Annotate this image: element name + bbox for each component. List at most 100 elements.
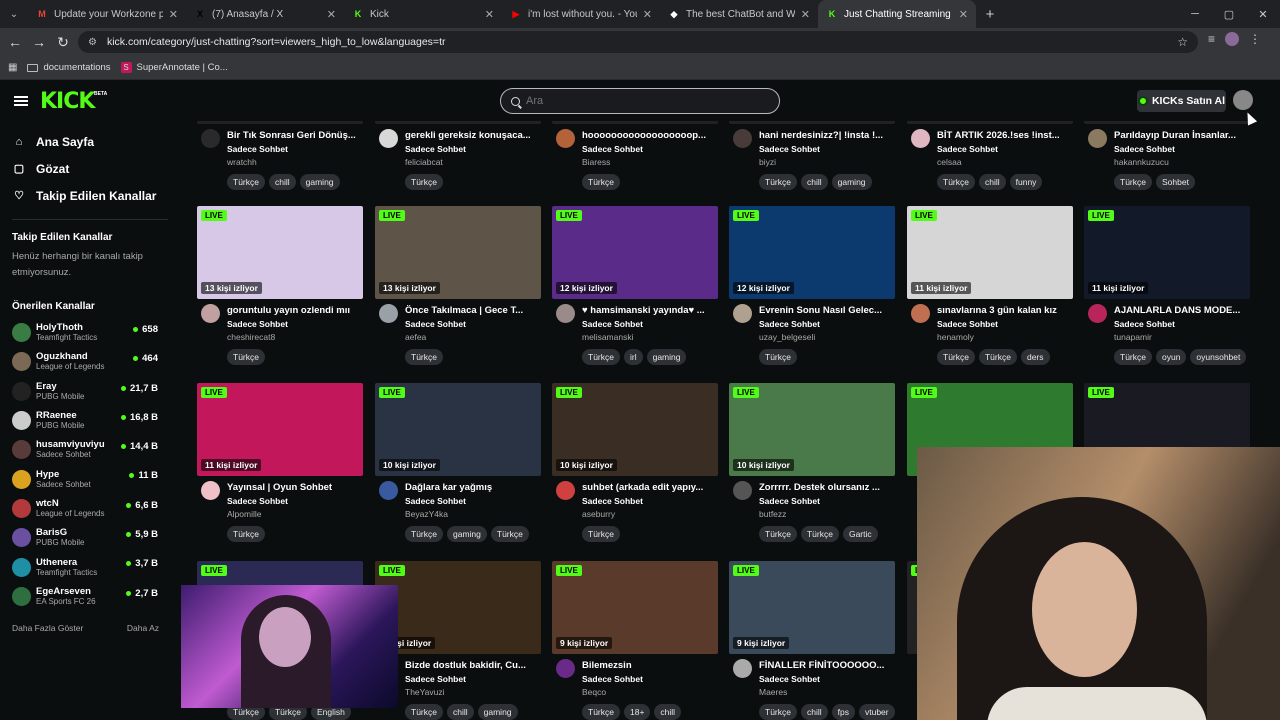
show-less-link[interactable]: Daha Az [127, 623, 159, 633]
streamer-name[interactable]: Maeres [759, 687, 787, 697]
stream-category[interactable]: Sadece Sohbet [759, 674, 820, 684]
stream-thumbnail[interactable]: LIVE 9 kişi izliyor [552, 561, 718, 654]
stream-title[interactable]: ♥ hamsimanski yayında♥ ... [582, 305, 714, 316]
streamer-name[interactable]: Beqco [582, 687, 606, 697]
stream-category[interactable]: Sadece Sohbet [759, 319, 820, 329]
bookmark-star-icon[interactable]: ☆ [1177, 35, 1188, 49]
streamer-avatar[interactable] [911, 129, 930, 148]
sidebar-nav-browse[interactable]: ▢ Gözat [0, 155, 180, 182]
stream-title[interactable]: Zorrrrr. Destek olursanız ... [759, 482, 891, 493]
stream-title[interactable]: AJANLARLA DANS MODE... [1114, 305, 1246, 316]
tag-chip[interactable]: Türkçe [582, 349, 620, 365]
apps-grid-icon[interactable]: ▦ [8, 62, 17, 73]
reload-icon[interactable]: ↻ [51, 34, 75, 51]
streamer-avatar[interactable] [733, 304, 752, 323]
streamer-name[interactable]: uzay_belgeseli [759, 332, 815, 342]
tag-chip[interactable]: Türkçe [759, 704, 797, 720]
browser-tab[interactable]: K Just Chatting Streaming - Live S ✕ [818, 0, 976, 28]
stream-card[interactable]: LIVE 13 kişi izliyor Önce Takılmaca | Gece… [375, 206, 541, 365]
user-avatar[interactable] [1233, 90, 1253, 110]
tag-chip[interactable]: Sohbet [1155, 174, 1195, 190]
streamer-name[interactable]: biyzi [759, 157, 776, 167]
stream-title[interactable]: hani nerdesinizz?| !insta !... [759, 130, 891, 141]
streamer-name[interactable]: TheYavuzi [405, 687, 445, 697]
stream-card[interactable]: LIVE 9 kişi izliyor FİNALLER FİNİTOOOOOO..… [729, 561, 895, 720]
stream-thumbnail[interactable]: LIVE 10 kişi izliyor [552, 383, 718, 476]
search-input[interactable] [526, 95, 746, 107]
tag-chip[interactable]: Türkçe [759, 349, 797, 365]
buy-kicks-button[interactable]: KICKs Satın Al [1137, 90, 1226, 112]
back-icon[interactable]: ← [3, 34, 27, 50]
tag-chip[interactable]: Türkçe [227, 349, 265, 365]
tag-chip[interactable]: gaming [446, 526, 487, 542]
stream-card[interactable]: Bir Tık Sonrası Geri Dönüş... Sadece Sohb… [197, 121, 363, 190]
streamer-name[interactable]: hakannkuzucu [1114, 157, 1169, 167]
stream-title[interactable]: Evrenin Sonu Nasıl Gelec... [759, 305, 891, 316]
streamer-avatar[interactable] [556, 304, 575, 323]
tag-chip[interactable]: chill [446, 704, 474, 720]
streamer-name[interactable]: feliciabcat [405, 157, 443, 167]
close-window-icon[interactable]: ✕ [1246, 0, 1280, 28]
stream-title[interactable]: hoooooooooooooooooop... [582, 130, 714, 141]
tag-chip[interactable]: gaming [299, 174, 340, 190]
stream-category[interactable]: Sadece Sohbet [937, 144, 998, 154]
streamer-avatar[interactable] [1088, 129, 1107, 148]
stream-category[interactable]: Sadece Sohbet [1114, 319, 1175, 329]
tag-chip[interactable]: Türkçe [582, 526, 620, 542]
stream-thumbnail[interactable]: LIVE 12 kişi izliyor [552, 206, 718, 299]
stream-thumbnail[interactable]: LIVE 11 kişi izliyor [1084, 206, 1250, 299]
streamer-avatar[interactable] [201, 481, 220, 500]
streamer-avatar[interactable] [379, 129, 398, 148]
stream-card[interactable]: LIVE 9 kişi izliyor Bizde dostluk bakidir,… [375, 561, 541, 720]
stream-title[interactable]: BİT ARTIK 2026.!ses !inst... [937, 130, 1069, 141]
close-tab-icon[interactable]: ✕ [327, 8, 336, 21]
close-tab-icon[interactable]: ✕ [485, 8, 494, 21]
stream-title[interactable]: Önce Takılmaca | Gece T... [405, 305, 537, 316]
sidebar-nav-following[interactable]: ♡ Takip Edilen Kanallar [0, 182, 180, 209]
stream-card[interactable]: LIVE 11 kişi izliyor sınavlarına 3 gün kal… [907, 206, 1073, 365]
stream-card[interactable]: LIVE 13 kişi izliyor goruntulu yayın ozlen… [197, 206, 363, 365]
tag-chip[interactable]: Türkçe [582, 704, 620, 720]
streamer-avatar[interactable] [556, 659, 575, 678]
tag-chip[interactable]: funny [1009, 174, 1043, 190]
stream-title[interactable]: goruntulu yayın ozlendi mıı [227, 305, 359, 316]
tag-chip[interactable]: Türkçe [582, 174, 620, 190]
tag-chip[interactable]: chill [268, 174, 296, 190]
stream-title[interactable]: FİNALLER FİNİTOOOOOO... [759, 660, 891, 671]
tag-chip[interactable]: chill [800, 704, 828, 720]
tag-chip[interactable]: Türkçe [405, 526, 443, 542]
stream-category[interactable]: Sadece Sohbet [227, 144, 288, 154]
recommended-channel[interactable]: EgeArseven EA Sports FC 26 2,7 B [0, 582, 180, 611]
media-control-icon[interactable]: ≡ [1208, 32, 1215, 46]
tag-chip[interactable]: Türkçe [937, 349, 975, 365]
streamer-avatar[interactable] [379, 304, 398, 323]
streamer-avatar[interactable] [201, 304, 220, 323]
stream-category[interactable]: Sadece Sohbet [937, 319, 998, 329]
tag-chip[interactable]: oyun [1155, 349, 1187, 365]
recommended-channel[interactable]: wtcN League of Legends 6,6 B [0, 494, 180, 523]
minimize-icon[interactable]: ─ [1178, 0, 1212, 28]
bookmark-documentations[interactable]: documentations [27, 62, 111, 73]
stream-category[interactable]: Sadece Sohbet [405, 144, 466, 154]
stream-card[interactable]: hani nerdesinizz?| !insta !... Sadece Soh… [729, 121, 895, 190]
stream-title[interactable]: sınavlarına 3 gün kalan kız [937, 305, 1069, 316]
tab-search-dropdown-icon[interactable]: ⌄ [0, 0, 28, 28]
close-tab-icon[interactable]: ✕ [643, 8, 652, 21]
stream-thumbnail[interactable]: LIVE 9 kişi izliyor [729, 561, 895, 654]
stream-card[interactable]: gerekli gereksiz konuşaca... Sadece Sohbe… [375, 121, 541, 190]
tag-chip[interactable]: chill [654, 704, 682, 720]
tag-chip[interactable]: Türkçe [227, 526, 265, 542]
stream-card[interactable]: BİT ARTIK 2026.!ses !inst... Sadece Sohbe… [907, 121, 1073, 190]
tag-chip[interactable]: Türkçe [405, 349, 443, 365]
tag-chip[interactable]: gaming [646, 349, 687, 365]
tag-chip[interactable]: Gartic [842, 526, 878, 542]
stream-title[interactable]: suhbet (arkada edit yapıy... [582, 482, 714, 493]
stream-category[interactable]: Sadece Sohbet [405, 674, 466, 684]
stream-card[interactable]: LIVE 10 kişi izliyor suhbet (arkada edit y… [552, 383, 718, 542]
tag-chip[interactable]: Türkçe [490, 526, 529, 542]
stream-title[interactable]: Dağlara kar yağmış [405, 482, 537, 493]
stream-title[interactable]: Yayınsal | Oyun Sohbet [227, 482, 359, 493]
streamer-avatar[interactable] [556, 129, 575, 148]
browser-tab[interactable]: ◆ The best ChatBot and Widgets ✕ [660, 0, 818, 28]
tag-chip[interactable]: Türkçe [227, 174, 265, 190]
